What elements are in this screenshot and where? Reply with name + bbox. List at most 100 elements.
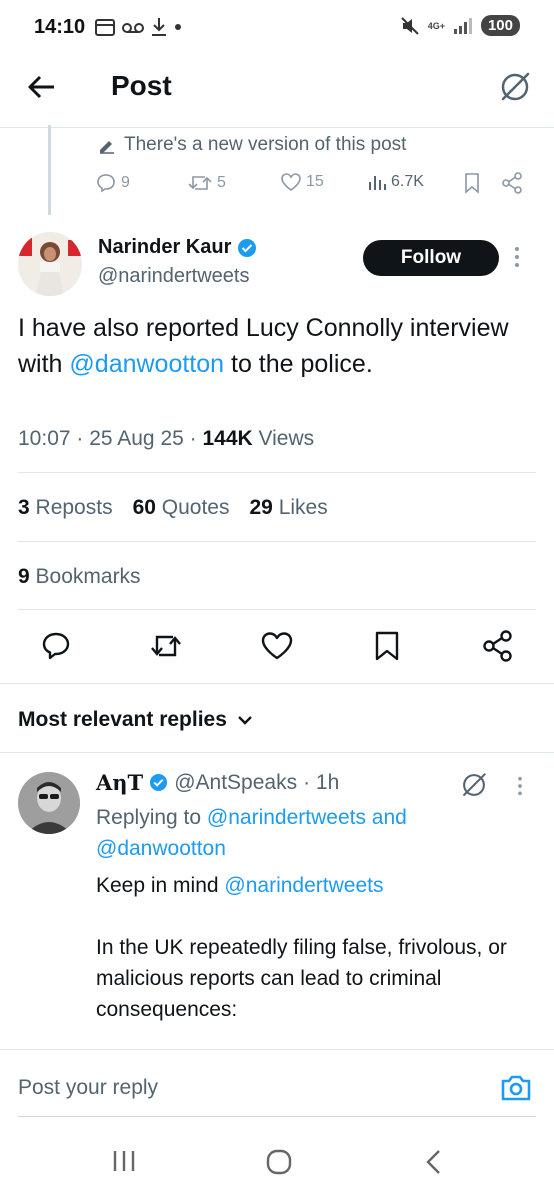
system-nav-bar [0, 1128, 554, 1200]
reply-sort-dropdown[interactable]: Most relevant replies [18, 708, 253, 732]
parent-bookmark-button[interactable] [463, 172, 481, 194]
verified-badge-icon [150, 773, 168, 792]
top-app-bar: Post [0, 56, 554, 120]
tweet-views-count: 144K [202, 427, 253, 450]
reply-text-paragraph: In the UK repeatedly filing false, frivo… [96, 936, 507, 1021]
share-icon [483, 630, 512, 662]
reposts-stat[interactable]: 3 Reposts [18, 496, 113, 520]
system-back-button[interactable] [424, 1148, 442, 1176]
bookmarks-label: Bookmarks [35, 565, 141, 588]
divider [18, 609, 536, 610]
recent-apps-button[interactable] [112, 1148, 136, 1174]
comment-icon [42, 632, 70, 660]
parent-view-count: 6.7K [391, 173, 424, 190]
tweet-text-part2: to the police. [224, 350, 373, 378]
download-icon [152, 18, 166, 36]
reposts-label: Reposts [35, 496, 113, 519]
reply-header[interactable]: AηT @AntSpeaks · 1h [96, 770, 339, 795]
more-options-button[interactable] [514, 246, 520, 268]
quotes-count: 60 [132, 496, 156, 519]
parent-views-button[interactable]: 6.7K [367, 172, 424, 192]
parent-share-button[interactable] [501, 172, 523, 194]
arrow-left-icon [28, 75, 54, 99]
back-button[interactable] [26, 71, 58, 103]
mute-icon [400, 16, 419, 35]
status-right-icons: 4G+ 100 [400, 15, 520, 36]
views-icon [369, 176, 386, 190]
share-button[interactable] [482, 630, 514, 662]
tweet-timestamp[interactable]: 10:07 · 25 Aug 25 · 144K Views [18, 427, 314, 451]
camera-icon [501, 1075, 531, 1101]
tweet-views-label: Views [252, 427, 315, 450]
status-notification-icons [95, 17, 182, 37]
repost-icon [151, 635, 181, 657]
replying-to-link-1[interactable]: @narindertweets [207, 806, 366, 829]
bookmark-button[interactable] [373, 630, 401, 662]
bookmark-icon [375, 631, 399, 661]
replying-to-link-2[interactable]: @danwootton [96, 837, 226, 860]
engagement-stats: 3 Reposts 60 Quotes 29 Likes [18, 496, 328, 520]
recent-apps-icon [113, 1151, 135, 1171]
author-avatar[interactable] [18, 232, 82, 296]
divider [18, 541, 536, 542]
grok-icon [501, 72, 530, 101]
reply-author-name: AηT [96, 770, 144, 795]
reply-author-avatar[interactable] [18, 772, 80, 834]
grok-icon [463, 773, 486, 796]
parent-repost-count: 5 [217, 174, 226, 191]
chevron-down-icon [238, 716, 252, 725]
battery-indicator: 100 [480, 15, 520, 36]
reply-grok-button[interactable] [460, 771, 488, 799]
heart-icon [261, 632, 293, 660]
parent-repost-button[interactable]: 5 [187, 172, 226, 194]
reply-time: · 1h [303, 770, 340, 794]
like-button[interactable] [260, 630, 294, 662]
share-icon [502, 172, 522, 194]
reply-author-photo [18, 772, 80, 834]
camera-button[interactable] [500, 1073, 532, 1103]
more-vertical-icon [518, 776, 522, 796]
author-photo [18, 232, 82, 296]
status-time: 14:10 [34, 16, 86, 38]
home-button[interactable] [265, 1148, 293, 1176]
reply-text: Keep in mind @narindertweets In the UK re… [96, 870, 541, 1025]
parent-reply-count: 9 [121, 174, 130, 191]
likes-count: 29 [249, 496, 273, 519]
reply-mention-link[interactable]: @narindertweets [224, 874, 383, 897]
author-name-row[interactable]: Narinder Kaur [98, 236, 257, 259]
grok-button[interactable] [498, 70, 532, 104]
replying-prefix: Replying to [96, 806, 207, 829]
signal-icon [453, 17, 472, 34]
author-handle[interactable]: @narindertweets [98, 265, 249, 288]
replying-to: Replying to @narindertweets and @danwoott… [96, 802, 516, 864]
reply-more-options-button[interactable] [517, 776, 523, 796]
new-version-notice[interactable]: There's a new version of this post [98, 134, 406, 156]
likes-stat[interactable]: 29 Likes [250, 496, 328, 520]
quotes-stat[interactable]: 60 Quotes [133, 496, 230, 520]
bookmarks-count: 9 [18, 565, 30, 588]
page-title: Post [111, 70, 172, 101]
thread-line [48, 125, 51, 215]
parent-like-count: 15 [306, 173, 324, 190]
parent-reply-button[interactable]: 9 [95, 172, 130, 194]
reply-input[interactable]: Post your reply [18, 1076, 158, 1100]
dot-icon [175, 24, 181, 30]
divider [18, 472, 536, 473]
section-divider [0, 752, 554, 753]
bookmarks-stat[interactable]: 9 Bookmarks [18, 565, 141, 589]
tweet-text: I have also reported Lucy Connolly inter… [18, 310, 538, 382]
reply-text-prefix: Keep in mind [96, 874, 225, 897]
parent-like-button[interactable]: 15 [280, 172, 324, 192]
quotes-label: Quotes [161, 496, 230, 519]
calendar-icon [95, 19, 115, 36]
tweet-mention-link[interactable]: @danwootton [69, 350, 224, 378]
voicemail-icon [122, 23, 144, 33]
repost-icon [188, 176, 212, 190]
home-icon [266, 1149, 292, 1175]
repost-button[interactable] [148, 630, 184, 662]
network-type: 4G+ [427, 20, 445, 31]
reply-sort-label: Most relevant replies [18, 708, 227, 731]
status-bar: 14:10 4G+ 100 [0, 0, 554, 56]
follow-button[interactable]: Follow [363, 240, 499, 276]
reply-button[interactable] [40, 630, 72, 662]
